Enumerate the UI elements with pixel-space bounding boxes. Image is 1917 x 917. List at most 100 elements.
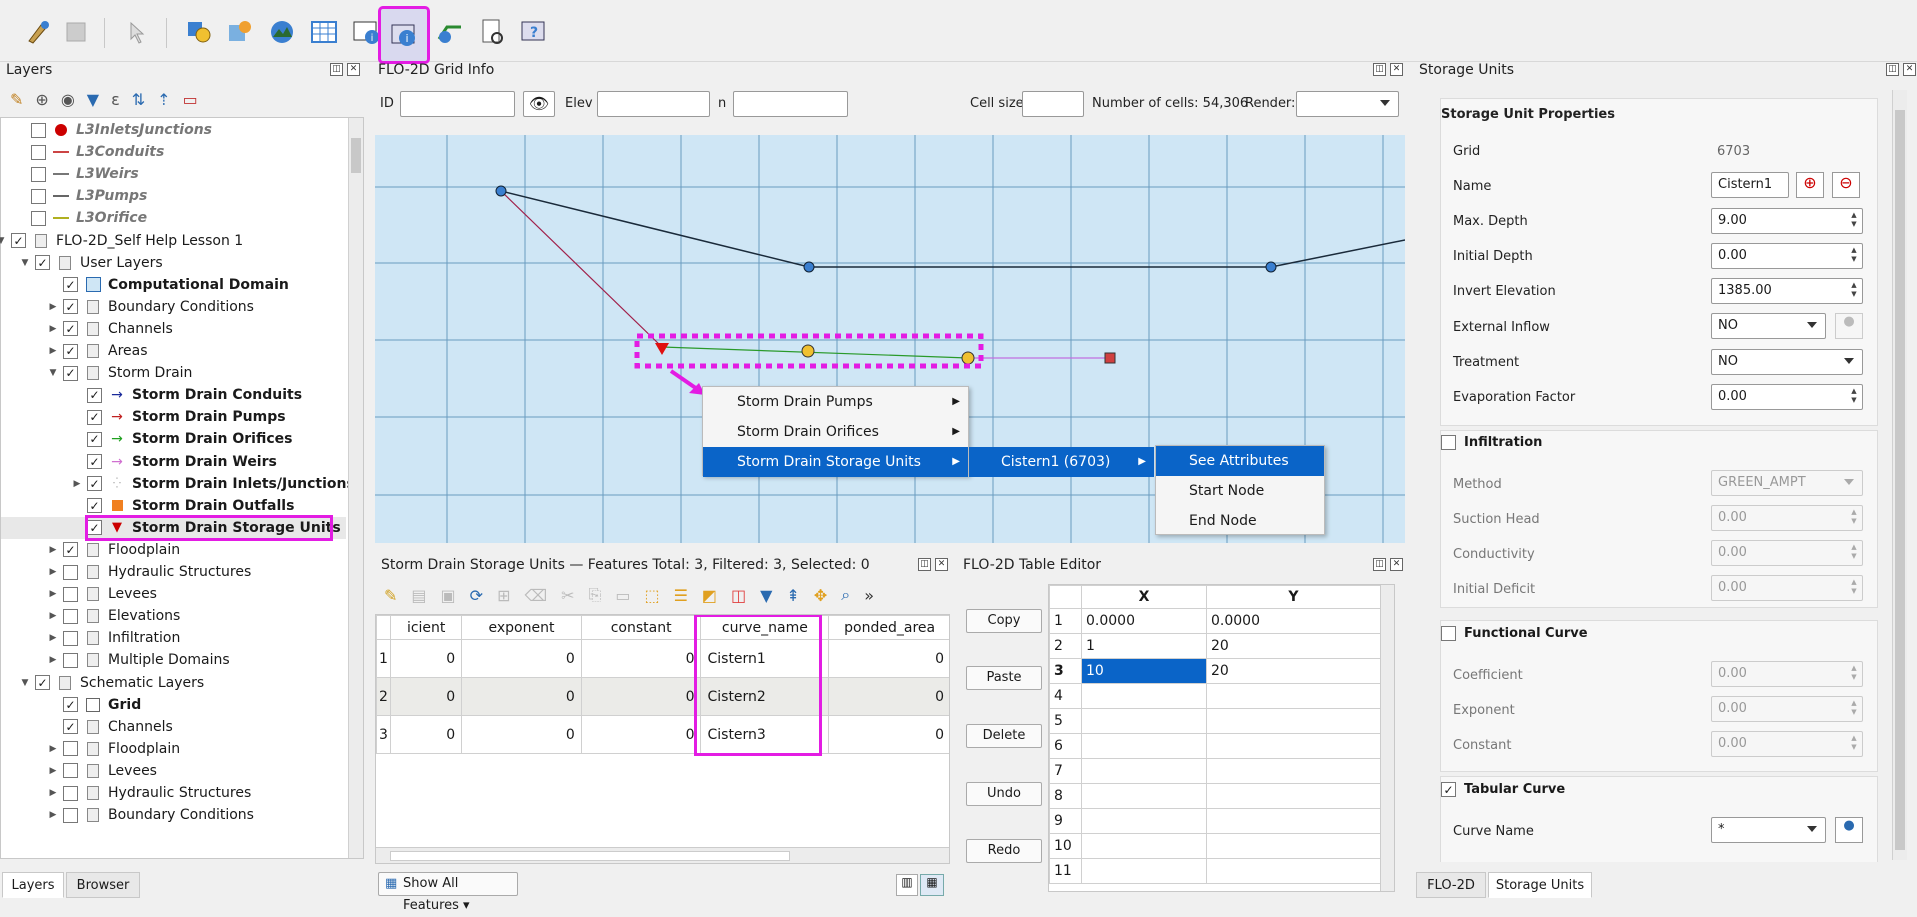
layer-item[interactable]: ✓ Storm Drain Outfalls — [1, 495, 346, 517]
table-row[interactable]: 3 10 20 — [1049, 658, 1381, 684]
cell-y[interactable] — [1206, 758, 1381, 784]
render-combo[interactable] — [1296, 91, 1399, 117]
show-all-features-button[interactable]: ▦ Show All Features ▾ — [378, 872, 518, 913]
layer-checkbox[interactable] — [31, 144, 46, 160]
select-tool-icon[interactable] — [120, 14, 156, 50]
layer-item[interactable]: ▶ Floodplain — [1, 738, 346, 760]
name-field[interactable]: Cistern1 — [1711, 172, 1789, 198]
expand-icon[interactable]: ⇅ — [132, 90, 145, 109]
table-row[interactable]: 11 — [1049, 858, 1381, 884]
redo-button[interactable]: Redo — [966, 839, 1042, 863]
layer-item[interactable]: ▶ ✓ Boundary Conditions — [1, 296, 346, 318]
cell-x[interactable] — [1081, 733, 1207, 759]
layers-tool-icon[interactable] — [180, 14, 216, 50]
expression-icon[interactable]: ε — [111, 90, 120, 109]
layer-item[interactable]: ✓ → Storm Drain Weirs — [1, 451, 346, 473]
layer-checkbox[interactable]: ✓ — [87, 387, 102, 403]
table-cell[interactable]: 0 — [828, 715, 949, 754]
elev-field[interactable] — [597, 91, 710, 117]
grid-tool-icon[interactable] — [222, 14, 258, 50]
layer-checkbox[interactable]: ✓ — [11, 233, 26, 248]
cell-x[interactable] — [1081, 833, 1207, 859]
attribute-table-controls[interactable]: ◫ ✕ — [918, 558, 948, 571]
n-field[interactable] — [733, 91, 848, 117]
layer-item[interactable]: ▶ Levees — [1, 760, 346, 782]
layer-checkbox[interactable] — [63, 564, 78, 580]
menu-item-storage-units[interactable]: Storm Drain Storage Units ▶ — [703, 447, 968, 477]
table-row[interactable]: 10 — [1049, 833, 1381, 859]
layer-checkbox[interactable]: ✓ — [87, 476, 102, 492]
cell-y[interactable] — [1206, 783, 1381, 809]
elevation-tool-icon[interactable] — [264, 14, 300, 50]
layer-checkbox[interactable]: ✓ — [87, 498, 102, 514]
invert-selection-icon[interactable]: ◩ — [702, 586, 717, 605]
column-header[interactable]: constant — [580, 615, 702, 640]
copy-button[interactable]: Copy — [966, 609, 1042, 633]
move-top-icon[interactable]: ⇞ — [786, 586, 799, 605]
layer-checkbox[interactable]: ✓ — [35, 675, 50, 690]
layer-checkbox[interactable]: ✓ — [63, 719, 78, 735]
layer-checkbox[interactable] — [63, 741, 78, 757]
layer-item[interactable]: ▶ Multiple Domains — [1, 649, 346, 671]
cell-x[interactable] — [1081, 683, 1207, 709]
storage-units-controls[interactable]: ◫ ✕ — [1886, 63, 1916, 76]
layer-checkbox[interactable] — [63, 652, 78, 668]
tab-layers[interactable]: Layers — [2, 872, 64, 898]
menu-item-see-attributes[interactable]: See Attributes — [1156, 446, 1324, 476]
layer-item[interactable]: ✓ ▼ Storm Drain Storage Units — [1, 514, 346, 541]
layer-item[interactable]: ▶ Hydraulic Structures — [1, 561, 346, 583]
table-row[interactable]: 3 0 0 0 Cistern3 0 — [376, 715, 949, 754]
layer-checkbox[interactable] — [31, 188, 46, 204]
table-grid-icon[interactable] — [306, 14, 342, 50]
functional-curve-checkbox[interactable]: Functional Curve — [1441, 626, 1588, 641]
layer-checkbox[interactable]: ✓ — [87, 431, 102, 447]
layer-item[interactable]: ▶ Elevations — [1, 605, 346, 627]
layer-item[interactable]: L3Pumps — [1, 185, 346, 207]
column-header[interactable]: icient — [390, 615, 463, 640]
storage-units-scrollbar[interactable] — [1892, 90, 1907, 860]
table-cell[interactable]: 0 — [461, 639, 582, 678]
eye-button[interactable]: 👁 — [523, 91, 555, 117]
pan-to-icon[interactable]: ✥ — [814, 586, 827, 605]
treatment-combo[interactable]: NO — [1711, 349, 1863, 375]
table-cell[interactable]: 0 — [390, 677, 463, 716]
layer-item[interactable]: ▼ ✓ Schematic Layers — [1, 672, 346, 694]
table-row[interactable]: 1 0.0000 0.0000 — [1049, 608, 1381, 634]
curve-settings-icon[interactable]: ● — [1835, 817, 1863, 843]
layer-item[interactable]: ✓ Channels — [1, 716, 346, 738]
id-field[interactable] — [400, 91, 515, 117]
layer-checkbox[interactable]: ✓ — [63, 697, 78, 713]
layer-item[interactable]: ✓ Grid — [1, 694, 346, 716]
remove-layer-icon[interactable]: ▭ — [183, 90, 198, 109]
tools-icon[interactable] — [20, 14, 56, 50]
table-cell[interactable]: 0 — [828, 677, 949, 716]
column-header[interactable]: ponded_area — [828, 615, 949, 640]
layer-item[interactable]: ▶ Levees — [1, 583, 346, 605]
select-expression-icon[interactable]: ⬚ — [644, 586, 659, 605]
cell-y[interactable]: 0.0000 — [1206, 608, 1381, 634]
collapse-icon[interactable]: ⇡ — [157, 90, 170, 109]
table-row[interactable]: 1 0 0 0 Cistern1 0 — [376, 639, 949, 678]
layer-checkbox[interactable] — [31, 166, 46, 182]
cell-y[interactable] — [1206, 733, 1381, 759]
structure-info-icon[interactable]: i — [348, 14, 384, 50]
cell-x[interactable] — [1081, 708, 1207, 734]
layer-checkbox[interactable] — [31, 122, 46, 138]
table-row[interactable]: 9 — [1049, 808, 1381, 834]
initial-depth-spinbox[interactable]: 0.00 ▲ ▼ — [1711, 243, 1863, 269]
layer-checkbox[interactable] — [63, 608, 78, 624]
table-cell[interactable]: 0 — [828, 639, 949, 678]
table-row[interactable]: 2 0 0 0 Cistern2 0 — [376, 677, 949, 716]
max-depth-spinbox[interactable]: 9.00 ▲ ▼ — [1711, 208, 1863, 234]
cell-x[interactable]: 1 — [1081, 633, 1207, 659]
cell-x[interactable] — [1081, 783, 1207, 809]
cell-size-field[interactable] — [1022, 91, 1084, 117]
layer-item[interactable]: ✓ Computational Domain — [1, 274, 346, 296]
zoom-out-icon[interactable]: ⊖ — [1832, 172, 1860, 198]
layer-checkbox[interactable] — [63, 763, 78, 779]
layer-item[interactable]: ▶ Hydraulic Structures — [1, 782, 346, 804]
table-row[interactable]: 5 — [1049, 708, 1381, 734]
table-cell[interactable]: 0 — [580, 677, 702, 716]
cell-y[interactable]: 20 — [1206, 633, 1381, 659]
add-group-icon[interactable]: ⊕ — [35, 90, 48, 109]
